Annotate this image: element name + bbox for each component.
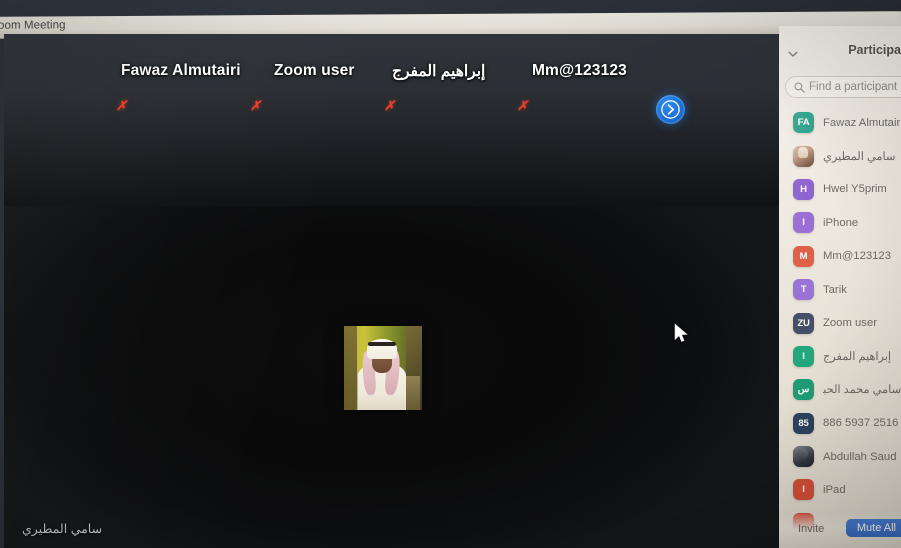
participants-panel-footer: Invite Mute All [779,514,901,548]
avatar-initials: T [793,279,814,301]
participant-name: Hwel Y5prim [823,183,887,196]
avatar-initials: H [793,178,814,200]
participant-name: Abdullah Saud [823,450,897,463]
mic-muted-icon: ✗ [517,98,528,113]
participant-name: Tarik [823,283,847,296]
avatar-initials: ZU [793,312,814,334]
participant-name: Zoom user [823,317,877,330]
participants-panel-title: Participa [848,43,901,57]
participant-name: iPad [823,483,846,496]
avatar-initials: س [793,379,814,401]
stage-participant-name: Mm@123123 [532,62,627,79]
mic-muted-icon: ✗ [116,98,127,113]
participant-row[interactable]: T Tarik [779,273,901,306]
mic-muted-icon: ✗ [384,98,395,113]
participant-name: Fawaz Almutairi (H [823,116,901,129]
participant-row[interactable]: IiPad [779,473,901,506]
participant-row[interactable]: FA Fawaz Almutairi (H [779,106,901,139]
participants-panel: Participa FA Fawaz Almutairi (H سامي المطي… [779,26,901,548]
video-thumbnail [344,326,422,410]
invite-button[interactable]: Invite [789,520,833,538]
search-input[interactable] [809,77,901,97]
participant-name: سامي المطيري [823,150,896,163]
participant-row[interactable]: I إبراهيم المفرج [779,340,901,373]
mute-all-button[interactable]: Mute All [845,519,901,537]
participant-row[interactable]: IiPhone [779,206,901,239]
search-icon [794,82,805,93]
participants-list[interactable]: FA Fawaz Almutairi (H سامي المطيري H Hwel Y5… [779,106,901,538]
avatar-photo [793,145,814,167]
participant-name: إبراهيم المفرج [823,350,892,363]
participant-row[interactable]: Abdullah Saud [779,440,901,473]
stage-participant-name: إبراهيم المفرج [392,63,486,80]
active-speaker-video[interactable] [344,326,422,410]
participant-name: iPhone [823,216,859,229]
participant-row[interactable]: H Hwel Y5prim [779,173,901,206]
next-page-button[interactable] [656,95,685,124]
participant-name: Mm@123123 [823,250,891,263]
video-stage: Fawaz Almutairi ✗ Zoom user ✗ إبراهيم المفرج… [4,34,783,548]
chevron-down-icon[interactable] [787,48,799,60]
avatar-initials: 85 [793,412,814,434]
zoom-meeting-screen: oom Meeting Fawaz Almutairi ✗ Zoom user ✗ إب… [0,0,901,548]
window-title: oom Meeting [0,19,66,32]
participant-name: 886 5937 2516 [823,417,899,430]
participant-search-box[interactable] [785,76,901,98]
participants-panel-header: Participa [779,42,901,68]
avatar-photo [793,446,814,468]
avatar-initials: M [793,245,814,267]
avatar-initials: FA [793,112,814,134]
participant-name: سامي محمد الحبردي [823,384,901,397]
stage-participant-name: Fawaz Almutairi [121,62,241,79]
avatar-initials: I [793,345,814,367]
self-view-label: سامي المطيري [22,522,103,536]
avatar-initials: I [793,212,814,234]
participant-row[interactable]: M Mm@123123 [779,240,901,273]
participant-row[interactable]: سامي المطيري [779,139,901,172]
chevron-right-icon [661,100,680,119]
participant-row[interactable]: ZU Zoom user [779,306,901,339]
avatar-initials: I [793,479,814,501]
participant-row[interactable]: 85 886 5937 2516 [779,407,901,440]
participant-row[interactable]: س سامي محمد الحبردي [779,373,901,406]
mic-muted-icon: ✗ [250,98,261,113]
stage-participant-name: Zoom user [274,62,355,79]
